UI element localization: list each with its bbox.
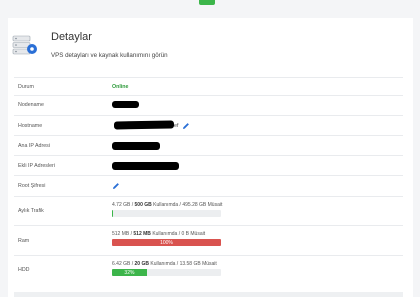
ram-label: Ram [18, 238, 30, 244]
hostname-value-suffix: ef [174, 123, 179, 129]
page-subtitle: VPS detayları ve kaynak kullanımını görü… [51, 52, 168, 59]
traffic-progress-fill [112, 210, 113, 217]
status-label: Durum [18, 84, 34, 90]
status-row: Durum Online [14, 77, 403, 96]
nodename-redacted-value [112, 101, 139, 108]
main-ip-redacted-value [112, 142, 160, 150]
hostname-label: Hostname [18, 123, 43, 129]
main-ip-row: Ana IP Adresi [14, 135, 403, 156]
traffic-progress-bar [112, 210, 221, 217]
attached-ips-redacted-value [112, 162, 179, 170]
hostname-row: Hostname ef [14, 115, 403, 136]
main-ip-label: Ana IP Adresi [18, 143, 50, 149]
ram-progress-bar: 100% [112, 239, 221, 246]
hdd-progress-fill: 32% [112, 269, 147, 276]
root-password-edit-pencil-icon[interactable] [112, 182, 120, 190]
traffic-usage-text: 4.72 GB / 500 GB Kullanımda / 495.28 GB … [112, 202, 223, 208]
root-password-row: Root Şifresi [14, 175, 403, 197]
hdd-row: HDD 6.42 GB / 20 GB Kullanımda / 13.58 G… [14, 255, 403, 286]
attached-ips-row: Ekli IP Adresleri [14, 155, 403, 176]
ram-usage-text: 512 MB / 512 MB Kullanımda / 0 B Müsait [112, 231, 206, 237]
ram-row: Ram 512 MB / 512 MB Kullanımda / 0 B Müs… [14, 225, 403, 256]
attached-ips-label: Ekli IP Adresleri [18, 163, 55, 169]
server-gear-icon [12, 35, 37, 55]
traffic-label: Aylık Trafik [18, 208, 44, 214]
top-status-badge [199, 0, 215, 5]
hdd-usage-text: 6.42 GB / 20 GB Kullanımda / 13.58 GB Mü… [112, 261, 217, 267]
hdd-progress-bar: 32% [112, 269, 221, 276]
nodename-label: Nodename [18, 102, 44, 108]
next-section-edge [14, 292, 403, 297]
ram-progress-fill: 100% [112, 239, 221, 246]
nodename-row: Nodename [14, 95, 403, 116]
hostname-edit-pencil-icon[interactable] [182, 122, 190, 130]
hdd-label: HDD [18, 267, 30, 273]
root-password-label: Root Şifresi [18, 183, 46, 189]
page-title: Detaylar [51, 31, 92, 43]
traffic-row: Aylık Trafik 4.72 GB / 500 GB Kullanımda… [14, 196, 403, 226]
hostname-redacted-value [113, 120, 175, 130]
status-value: Online [112, 84, 129, 90]
